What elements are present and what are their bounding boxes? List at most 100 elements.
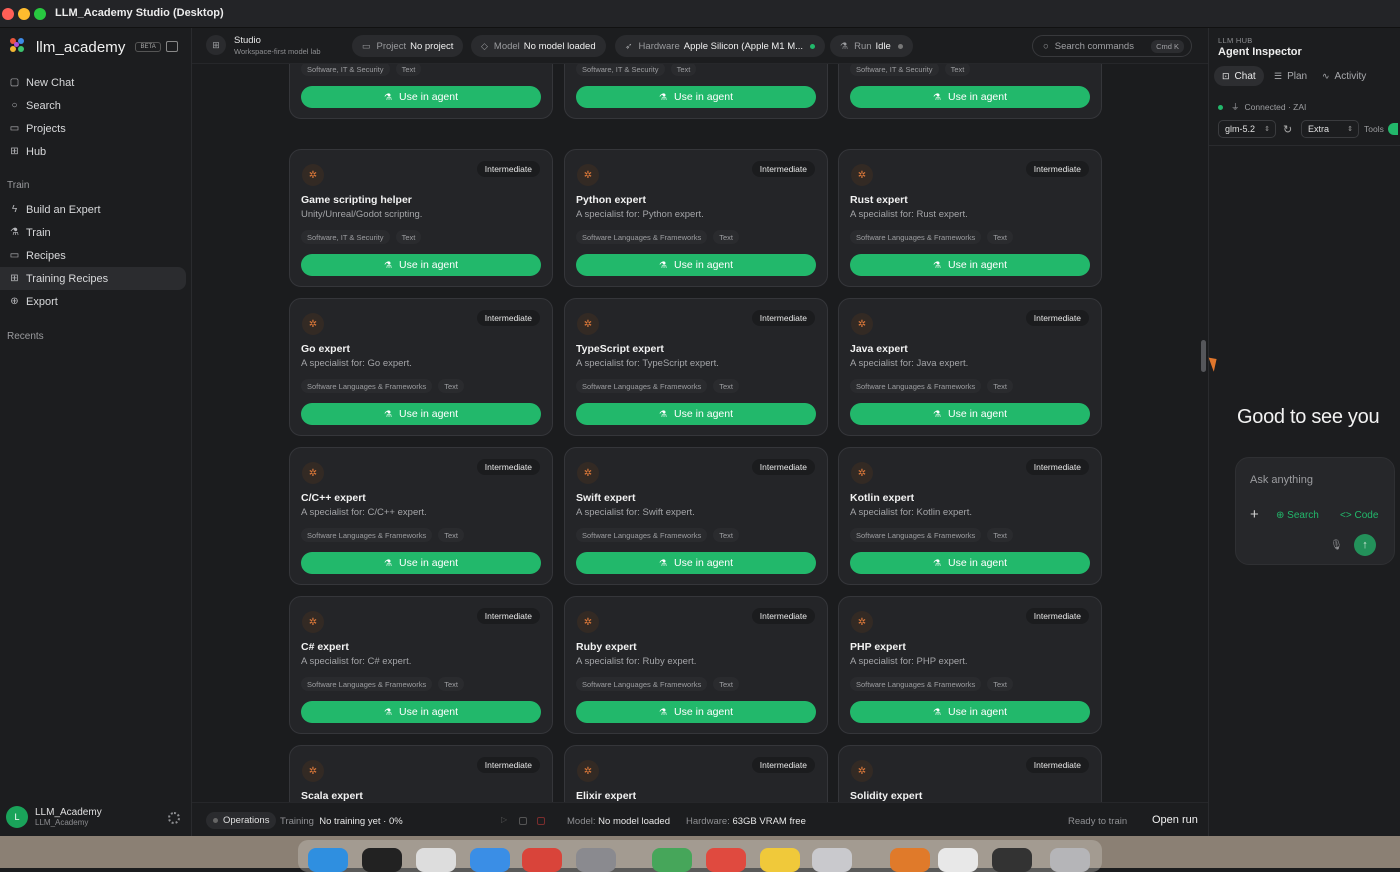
studio-app-icon[interactable] (812, 848, 852, 872)
document-stack-icon[interactable] (938, 848, 978, 872)
search-toggle-button[interactable]: ⊕ Search (1276, 510, 1319, 521)
recipe-card[interactable]: ✲ Intermediate C/C++ expert A specialist fo… (289, 447, 553, 585)
sidebar-item-projects[interactable]: ▭ Projects (0, 117, 186, 140)
recipe-card[interactable]: ✲ Intermediate Kotlin expert A specialist f… (838, 447, 1102, 585)
trash-icon[interactable] (537, 817, 545, 825)
sidebar-item-hub[interactable]: ⊞ Hub (0, 140, 186, 163)
sidebar-toggle-icon[interactable] (166, 41, 178, 52)
run-pill[interactable]: ⚗ Run Idle (830, 35, 913, 57)
model-pill[interactable]: ◇ Model No model loaded (471, 35, 606, 57)
hardware-value: Apple Silicon (Apple M1 M... (683, 40, 804, 52)
use-in-agent-button[interactable]: ⚗ Use in agent (301, 254, 541, 276)
recipe-card[interactable]: ✲ Intermediate C# expert A specialist for: … (289, 596, 553, 734)
sidebar-item-search[interactable]: ○ Search (0, 94, 186, 117)
tab-chat[interactable]: ⊡ Chat (1214, 66, 1264, 86)
sidebar-item-recipes[interactable]: ▭ Recipes (0, 244, 186, 267)
recipe-card[interactable]: ✲ Intermediate Swift expert A specialist fo… (564, 447, 828, 585)
sparkle-icon: ✲ (851, 611, 873, 633)
recipe-card[interactable]: ✲ Intermediate Python expert A specialist f… (564, 149, 828, 287)
recipe-card[interactable]: ✲ Intermediate Solidity expert (838, 745, 1102, 802)
stop-icon[interactable] (519, 817, 527, 825)
screenshot-stack-icon[interactable] (992, 848, 1032, 872)
use-in-agent-button[interactable]: ⚗ Use in agent (301, 701, 541, 723)
safari-icon[interactable] (470, 848, 510, 872)
use-in-agent-button[interactable]: ⚗ Use in agent (850, 701, 1090, 723)
recipe-title: TypeScript expert (576, 343, 664, 355)
use-in-agent-button[interactable]: ⚗ Use in agent (576, 552, 816, 574)
app-icon[interactable] (706, 848, 746, 872)
use-in-agent-button[interactable]: ⚗ Use in agent (576, 86, 816, 108)
code-toggle-label: Code (1354, 510, 1379, 521)
model-select[interactable]: glm-5.2 ⇕ (1218, 120, 1276, 138)
recipe-card[interactable]: ✲Assists embedded code.Software, IT & Se… (838, 64, 1102, 119)
chat-composer[interactable]: Ask anything + ⊕ Search <> Code 🎙 ↑ (1235, 457, 1395, 565)
sidebar-item-train[interactable]: ⚗ Train (0, 221, 186, 244)
gear-icon[interactable] (168, 812, 180, 824)
recipe-description: A specialist for: Ruby expert. (576, 656, 697, 667)
microphone-icon[interactable]: 🎙 (1330, 540, 1343, 551)
sidebar-item-training-recipes[interactable]: ⊞ Training Recipes (0, 267, 186, 290)
brand[interactable]: llm_academy BETA (10, 38, 161, 56)
recipe-card[interactable]: ✲ Intermediate Scala expert (289, 745, 553, 802)
send-button[interactable]: ↑ (1354, 534, 1376, 556)
minimize-window-button[interactable] (18, 8, 30, 20)
finder-icon[interactable] (308, 848, 348, 872)
recipe-card[interactable]: ✲ Intermediate Rust expert A specialist for… (838, 149, 1102, 287)
zoom-window-button[interactable] (34, 8, 46, 20)
sidebar-item-export[interactable]: ⊕ Export (0, 290, 186, 313)
tab-plan[interactable]: ☰ Plan (1266, 66, 1315, 86)
recipe-card[interactable]: ✲ Intermediate Game scripting helper Unity/… (289, 149, 553, 287)
command-search[interactable]: ○ Search commands Cmd K (1032, 35, 1192, 57)
use-in-agent-button[interactable]: ⚗ Use in agent (850, 403, 1090, 425)
textedit-icon[interactable] (416, 848, 456, 872)
recipe-card[interactable]: ✲ Intermediate Ruby expert A specialist for… (564, 596, 828, 734)
tab-activity[interactable]: ∿ Activity (1314, 66, 1374, 86)
use-in-agent-button[interactable]: ⚗ Use in agent (850, 254, 1090, 276)
use-in-agent-button[interactable]: ⚗ Use in agent (576, 403, 816, 425)
play-icon[interactable]: ▷ (501, 815, 509, 824)
downloads-folder-icon[interactable] (890, 848, 930, 872)
close-window-button[interactable] (2, 8, 14, 20)
recipes-grid: ✲Advises on performance.Software, IT & S… (192, 64, 1200, 802)
use-in-agent-button[interactable]: ⚗ Use in agent (576, 701, 816, 723)
recipe-title: Scala expert (301, 790, 363, 802)
use-in-agent-button[interactable]: ⚗ Use in agent (576, 254, 816, 276)
use-in-agent-button[interactable]: ⚗ Use in agent (850, 86, 1090, 108)
use-in-agent-button[interactable]: ⚗ Use in agent (850, 552, 1090, 574)
activity-monitor-icon[interactable] (652, 848, 692, 872)
tools-toggle[interactable] (1387, 123, 1398, 135)
code-toggle-button[interactable]: <> Code (1340, 510, 1378, 521)
hardware-pill[interactable]: ➶ Hardware Apple Silicon (Apple M1 M... (615, 35, 826, 57)
use-in-agent-button[interactable]: ⚗ Use in agent (301, 552, 541, 574)
terminal-icon[interactable] (362, 848, 402, 872)
effort-select[interactable]: Extra ⇕ (1301, 120, 1359, 138)
open-run-button[interactable]: Open run (1152, 814, 1198, 826)
recipe-card[interactable]: ✲ Intermediate PHP expert A specialist for:… (838, 596, 1102, 734)
recipe-card[interactable]: ✲ Intermediate Java expert A specialist for… (838, 298, 1102, 436)
user-profile[interactable]: L LLM_Academy LLM_Academy (6, 806, 102, 828)
sidebar-item-new-chat[interactable]: ▢ New Chat (0, 71, 186, 94)
use-in-agent-button[interactable]: ⚗ Use in agent (301, 86, 541, 108)
add-attachment-icon[interactable]: + (1250, 506, 1259, 523)
operations-button[interactable]: Operations (206, 812, 277, 829)
recipe-card[interactable]: ✲ Intermediate Elixir expert (564, 745, 828, 802)
system-settings-icon[interactable] (576, 848, 616, 872)
recipe-description: A specialist for: C/C++ expert. (301, 507, 427, 518)
trash-icon[interactable] (1050, 848, 1090, 872)
sidebar-item-build-expert[interactable]: ϟ Build an Expert (0, 198, 186, 221)
main-scrollbar[interactable] (1201, 340, 1206, 372)
notes-icon[interactable] (760, 848, 800, 872)
recipe-card[interactable]: ✲Designs schemas/migrations.Software, IT… (564, 64, 828, 119)
bottom-model-status: Model: No model loaded (567, 816, 670, 827)
button-label: Use in agent (948, 259, 1008, 271)
recipe-card[interactable]: ✲Advises on performance.Software, IT & S… (289, 64, 553, 119)
recipe-card[interactable]: ✲ Intermediate Go expert A specialist for: … (289, 298, 553, 436)
recipe-card[interactable]: ✲ Intermediate TypeScript expert A speciali… (564, 298, 828, 436)
search-toggle-label: Search (1287, 510, 1319, 521)
project-pill[interactable]: ▭ Project No project (352, 35, 464, 57)
chrome-icon[interactable] (522, 848, 562, 872)
recipe-tags: Software Languages & Frameworks Text (301, 528, 470, 542)
use-in-agent-button[interactable]: ⚗ Use in agent (301, 403, 541, 425)
chat-input[interactable]: Ask anything (1250, 474, 1313, 486)
button-label: Use in agent (674, 557, 734, 569)
